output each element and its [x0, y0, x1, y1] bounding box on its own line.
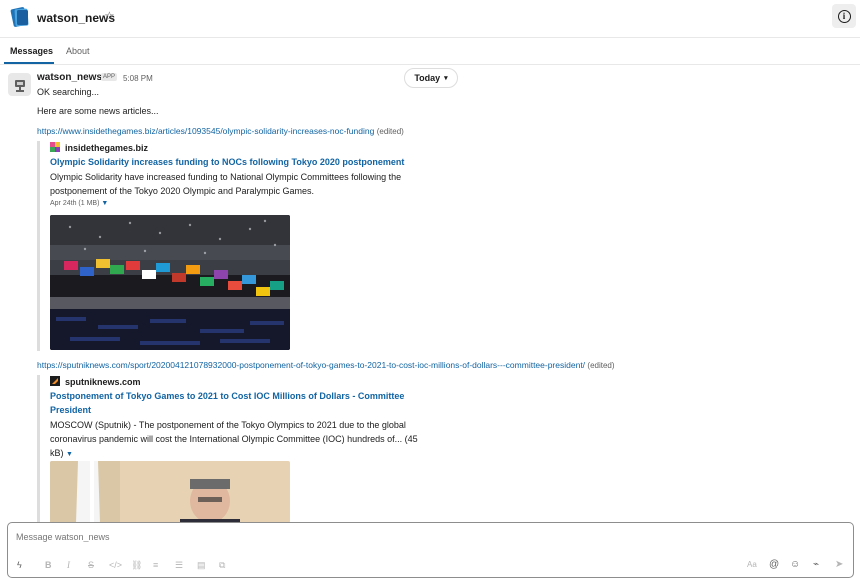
description-text: MOSCOW (Sputnik) - The postponement of t…	[50, 420, 406, 444]
app-badge: APP	[101, 73, 118, 81]
link-preview: insidethegames.biz Olympic Solidarity in…	[37, 141, 437, 351]
emoji-icon[interactable]: ☺	[790, 559, 800, 570]
preview-title[interactable]: Olympic Solidarity increases funding to …	[50, 155, 430, 169]
preview-image[interactable]	[50, 461, 290, 523]
preview-image[interactable]	[50, 215, 290, 350]
flags-stadium-image	[50, 215, 290, 350]
preview-description: MOSCOW (Sputnik) - The postponement of t…	[50, 418, 430, 462]
text-format-icon[interactable]: Aa	[747, 560, 757, 569]
article-link[interactable]: https://www.insidethegames.biz/articles/…	[37, 126, 404, 136]
channel-info-button[interactable]: i	[832, 4, 856, 28]
ioc-president-image	[50, 461, 290, 523]
tab-bar: Messages About	[0, 38, 860, 65]
tab-about[interactable]: About	[66, 46, 90, 56]
caret-down-icon[interactable]: ▼	[66, 451, 73, 458]
message-input[interactable]	[16, 532, 716, 542]
app-logo-icon	[10, 7, 29, 27]
date-label: Today	[414, 73, 441, 83]
send-icon[interactable]: ➤	[835, 559, 843, 570]
star-icon[interactable]: ☆	[104, 9, 115, 23]
favicon-icon	[50, 376, 60, 386]
chevron-down-icon: ▾	[444, 75, 448, 82]
bolt-icon[interactable]: ϟ	[17, 560, 22, 570]
source-name: insidethegames.biz	[65, 143, 149, 153]
article-url[interactable]: https://sputniknews.com/sport/2020041210…	[37, 360, 585, 370]
tab-messages[interactable]: Messages	[10, 46, 53, 56]
link-icon[interactable]: ⛓	[131, 560, 142, 571]
italic-icon[interactable]: I	[67, 560, 70, 570]
preview-title[interactable]: Postponement of Tokyo Games to 2021 to C…	[50, 389, 430, 417]
file-meta: Apr 24th (1 MB)	[50, 200, 100, 207]
article-url[interactable]: https://www.insidethegames.biz/articles/…	[37, 126, 374, 136]
date-divider-button[interactable]: Today ▾	[404, 68, 458, 88]
message-sender[interactable]: watson_news	[37, 72, 102, 83]
blockquote-icon[interactable]: ▤	[197, 560, 206, 571]
preview-source: sputniknews.com	[50, 376, 141, 387]
link-preview: sputniknews.com Postponement of Tokyo Ga…	[37, 375, 437, 523]
numbered-list-icon[interactable]: ≡	[153, 560, 158, 570]
code-block-icon[interactable]: ⧉	[219, 560, 225, 571]
preview-meta: Apr 24th (1 MB) ▼	[50, 200, 108, 207]
message-composer: ϟ B I S </> ⛓ ≡ ☰ ▤ ⧉ Aa @ ☺ ⌁ ➤	[7, 522, 854, 578]
message-line: Here are some news articles...	[37, 106, 159, 116]
message-line: OK searching...	[37, 87, 100, 97]
preview-source: insidethegames.biz	[50, 142, 148, 153]
article-link[interactable]: https://sputniknews.com/sport/2020041210…	[37, 360, 615, 370]
attach-icon[interactable]: ⌁	[813, 559, 819, 570]
favicon-icon	[50, 142, 60, 152]
source-name: sputniknews.com	[65, 377, 141, 387]
info-icon: i	[837, 9, 851, 23]
bullet-list-icon[interactable]: ☰	[175, 560, 183, 571]
strike-icon[interactable]: S	[88, 560, 94, 570]
bot-avatar-icon	[14, 79, 25, 92]
bold-icon[interactable]: B	[45, 560, 52, 570]
edited-label: (edited)	[376, 127, 404, 136]
preview-description: Olympic Solidarity have increased fundin…	[50, 172, 402, 196]
avatar[interactable]	[8, 73, 31, 96]
code-icon[interactable]: </>	[109, 560, 122, 570]
caret-down-icon[interactable]: ▼	[101, 200, 108, 207]
channel-header: watson_news ☆ i	[0, 0, 860, 38]
mention-icon[interactable]: @	[769, 559, 779, 570]
message-timestamp[interactable]: 5:08 PM	[123, 74, 153, 83]
active-tab-indicator	[4, 62, 54, 64]
edited-label: (edited)	[587, 361, 615, 370]
